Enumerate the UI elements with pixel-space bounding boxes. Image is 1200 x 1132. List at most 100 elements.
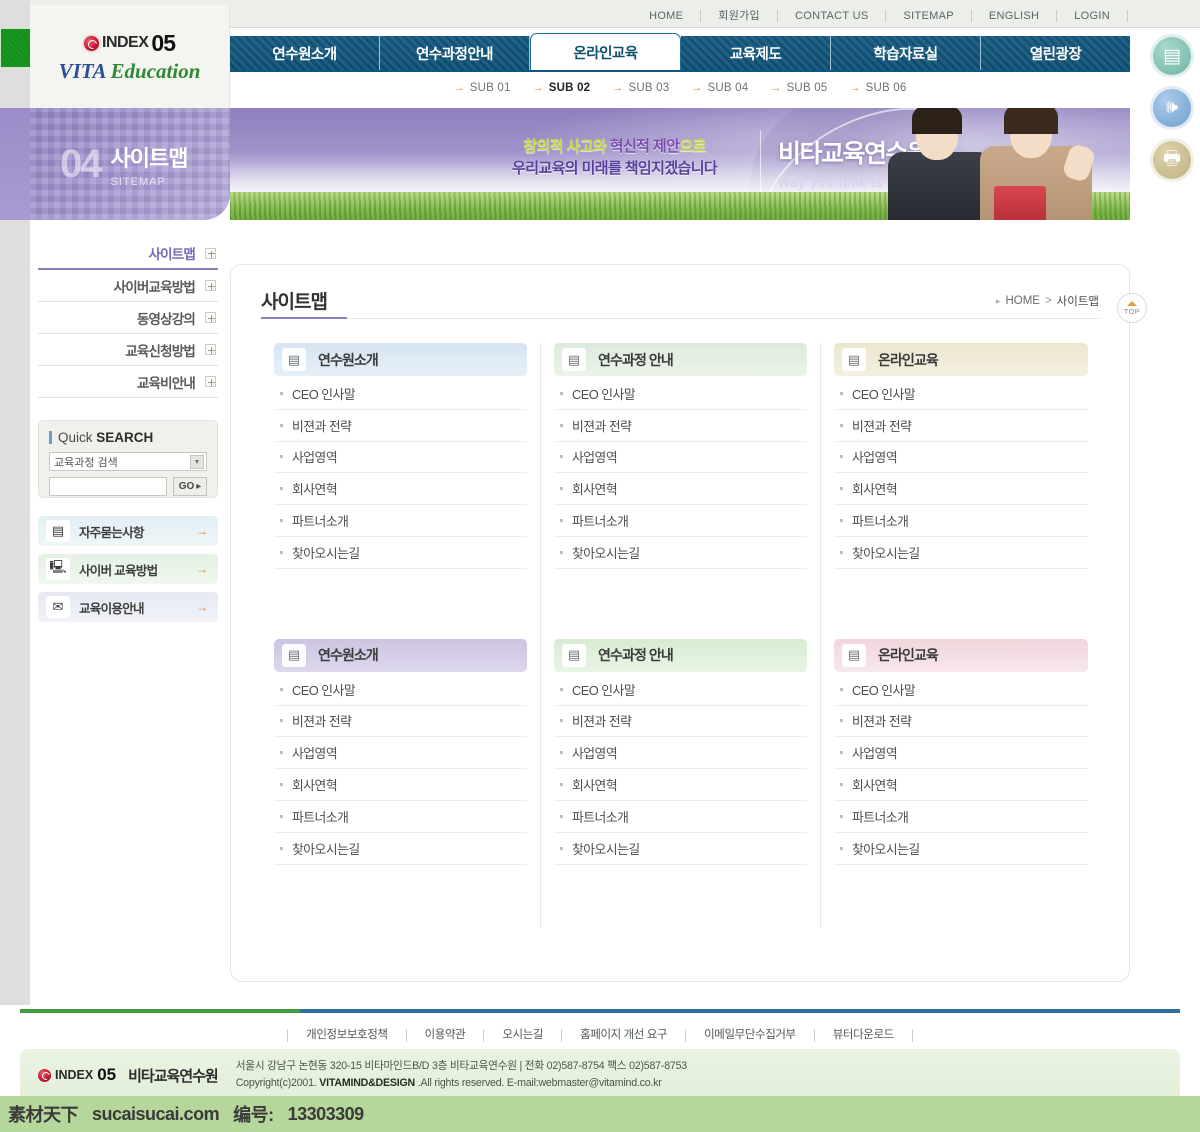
plus-expand-icon[interactable] xyxy=(205,247,216,259)
sitemap-link-row[interactable]: 파트너소개 xyxy=(834,801,1088,833)
sitemap-card-header[interactable]: ▤ 연수원소개 xyxy=(274,638,527,672)
sidebar-menu-item-4[interactable]: 교육신청방법 xyxy=(38,334,218,366)
top-nav-item-3[interactable]: CONTACT US xyxy=(776,9,886,22)
top-nav-item-5[interactable]: ENGLISH xyxy=(970,9,1056,22)
footer-logo-index: INDEX xyxy=(55,1068,94,1082)
breadcrumb: ▸ HOME > 사이트맵 xyxy=(996,293,1099,309)
sidebar-menu-item-1[interactable]: 사이트맵 xyxy=(38,238,218,270)
sidebar-shortcut-3[interactable]: ✉ 교육이용안내 → xyxy=(38,592,218,622)
sitemap-link-row[interactable]: 회사연혁 xyxy=(834,473,1088,506)
sitemap-link-row[interactable]: 회사연혁 xyxy=(274,769,527,801)
footer-address: 서울시 강남구 논현동 320-15 비타마인드B/D 3층 비타교육연수원 |… xyxy=(235,1059,687,1072)
plus-expand-icon[interactable] xyxy=(205,312,216,323)
sitemap-link-row[interactable]: 사업영역 xyxy=(554,737,807,770)
sitemap-link-row[interactable]: 파트너소개 xyxy=(554,505,807,537)
sitemap-link-row[interactable]: 찾아오시는길 xyxy=(274,833,527,865)
sidebar-menu-item-3[interactable]: 동영상강의 xyxy=(38,302,218,334)
sidebar-shortcut-1[interactable]: ▤ 자주묻는사항 → xyxy=(38,516,218,546)
course-search-select[interactable]: 교육과정 검색 ▼ xyxy=(49,452,207,471)
quick-search-input[interactable] xyxy=(49,477,167,496)
top-nav-item-6[interactable]: LOGIN xyxy=(1056,9,1127,22)
sitemap-link-row[interactable]: CEO 인사말 xyxy=(274,378,527,410)
sitemap-card-header[interactable]: ▤ 연수과정 안내 xyxy=(554,638,807,672)
sitemap-link-row[interactable]: 사업영역 xyxy=(554,442,807,474)
footer-link-5[interactable]: 이메일무단수집거부 xyxy=(685,1028,814,1042)
sitemap-link-row[interactable]: 비젼과 전략 xyxy=(554,706,807,738)
main-nav-tab-2[interactable]: 연수과정안내 xyxy=(380,36,530,70)
sidebar-menu-item-2[interactable]: 사이버교육방법 xyxy=(38,270,218,302)
sitemap-link-row[interactable]: 사업영역 xyxy=(274,442,527,474)
sub-nav-item-5[interactable]: → SUB 05 xyxy=(770,82,827,94)
sitemap-link-row[interactable]: 회사연혁 xyxy=(554,769,807,801)
top-nav-item-1[interactable]: HOME xyxy=(635,10,700,22)
sitemap-link-row[interactable]: CEO 인사말 xyxy=(554,674,807,706)
sitemap-card-title: 연수원소개 xyxy=(318,647,379,664)
page-heading: 사이트맵 xyxy=(261,292,328,313)
plus-expand-icon[interactable] xyxy=(205,280,216,291)
sitemap-link-row[interactable]: 파트너소개 xyxy=(274,801,527,833)
sitemap-link-row[interactable]: 찾아오시는길 xyxy=(834,833,1088,865)
footer-link-2[interactable]: 이용약관 xyxy=(405,1028,484,1042)
sitemap-card-header[interactable]: ▤ 온라인교육 xyxy=(834,638,1088,672)
top-nav-item-2[interactable]: 회원가입 xyxy=(700,9,777,22)
sitemap-link-row[interactable]: 사업영역 xyxy=(274,737,527,770)
sidebar-menu-label: 사이버교육방법 xyxy=(113,279,196,295)
sitemap-link-row[interactable]: 회사연혁 xyxy=(554,473,807,506)
sub-nav-item-3[interactable]: → SUB 03 xyxy=(612,82,669,94)
sitemap-link-row[interactable]: 파트너소개 xyxy=(274,505,527,537)
site-logo[interactable]: INDEX 05 VITA Education xyxy=(30,5,230,108)
sitemap-link-row[interactable]: 비젼과 전략 xyxy=(834,706,1088,738)
sidebar-shortcut-2[interactable]: 🖳 사이버 교육방법 → xyxy=(38,554,218,584)
footer-link-4[interactable]: 홈페이지 개선 요구 xyxy=(561,1028,685,1042)
sub-nav-item-2[interactable]: → SUB 02 xyxy=(533,82,591,94)
breadcrumb-home[interactable]: HOME xyxy=(1005,295,1040,307)
sitemap-link-row[interactable]: 찾아오시는길 xyxy=(554,833,807,865)
scroll-to-top-button[interactable]: TOP xyxy=(1117,293,1147,323)
sitemap-link-row[interactable]: 찾아오시는길 xyxy=(554,537,807,569)
main-nav-tab-4[interactable]: 교육제도 xyxy=(681,36,831,70)
top-nav-item-4[interactable]: SITEMAP xyxy=(885,9,970,22)
sitemap-link-row[interactable]: 찾아오시는길 xyxy=(834,537,1088,569)
sub-nav-item-6[interactable]: → SUB 06 xyxy=(849,82,906,94)
sitemap-link-row[interactable]: CEO 인사말 xyxy=(554,378,807,410)
sitemap-link-row[interactable]: 비젼과 전략 xyxy=(834,410,1088,442)
quick-search-go-button[interactable]: GO ▸ xyxy=(173,477,207,496)
sitemap-link-row[interactable]: 찾아오시는길 xyxy=(274,537,527,569)
sitemap-card-header[interactable]: ▤ 연수과정 안내 xyxy=(554,343,807,376)
sitemap-link-row[interactable]: 비젼과 전략 xyxy=(274,410,527,442)
sitemap-link-row[interactable]: CEO 인사말 xyxy=(834,378,1088,410)
sitemap-link-row[interactable]: 회사연혁 xyxy=(274,473,527,506)
sitemap-link-row[interactable]: CEO 인사말 xyxy=(834,674,1088,706)
sitemap-link-row[interactable]: 파트너소개 xyxy=(554,801,807,833)
speaker-icon[interactable]: 🕪 xyxy=(1150,86,1194,130)
document-icon[interactable]: ▤ xyxy=(1150,34,1194,78)
sitemap-link-row[interactable]: 비젼과 전략 xyxy=(554,410,807,442)
sub-nav-label: SUB 06 xyxy=(865,82,907,94)
sub-nav-item-1[interactable]: → SUB 01 xyxy=(454,82,511,94)
sub-nav-label: SUB 02 xyxy=(548,82,591,94)
document-icon: ▤ xyxy=(282,643,306,667)
plus-expand-icon[interactable] xyxy=(205,344,216,355)
sitemap-link-row[interactable]: 사업영역 xyxy=(834,442,1088,474)
main-nav-tab-1[interactable]: 연수원소개 xyxy=(230,36,380,70)
sitemap-card-header[interactable]: ▤ 온라인교육 xyxy=(834,343,1088,376)
sitemap-card-header[interactable]: ▤ 연수원소개 xyxy=(274,343,527,376)
main-nav-tab-5[interactable]: 학습자료실 xyxy=(831,36,981,70)
footer-link-1[interactable]: 개인정보보호정책 xyxy=(287,1028,405,1042)
sitemap-link-row[interactable]: 파트너소개 xyxy=(834,505,1088,537)
plus-expand-icon[interactable] xyxy=(205,376,216,387)
sitemap-link-row[interactable]: 회사연혁 xyxy=(834,769,1088,801)
main-nav-tab-6[interactable]: 열린광장 xyxy=(981,36,1130,70)
sitemap-link-row[interactable]: 사업영역 xyxy=(834,737,1088,770)
body-wrapper: 사이트맵 사이버교육방법 동영상강의 교육신청방법 교육비안내 Quick SEARCH… xyxy=(30,220,1200,1005)
printer-icon[interactable]: 🖶 xyxy=(1150,138,1194,182)
footer-link-3[interactable]: 오시는길 xyxy=(483,1028,561,1042)
sidebar-menu-label: 교육비안내 xyxy=(136,375,196,391)
sub-nav-item-4[interactable]: → SUB 04 xyxy=(691,82,748,94)
sitemap-link-row[interactable]: 비젼과 전략 xyxy=(274,706,527,738)
document-icon: ▤ xyxy=(562,348,586,371)
footer-link-6[interactable]: 뷰터다운로드 xyxy=(813,1028,912,1042)
sidebar-menu-item-5[interactable]: 교육비안내 xyxy=(38,366,218,398)
main-nav-tab-3[interactable]: 온라인교육 xyxy=(530,33,681,70)
sitemap-link-row[interactable]: CEO 인사말 xyxy=(274,674,527,706)
